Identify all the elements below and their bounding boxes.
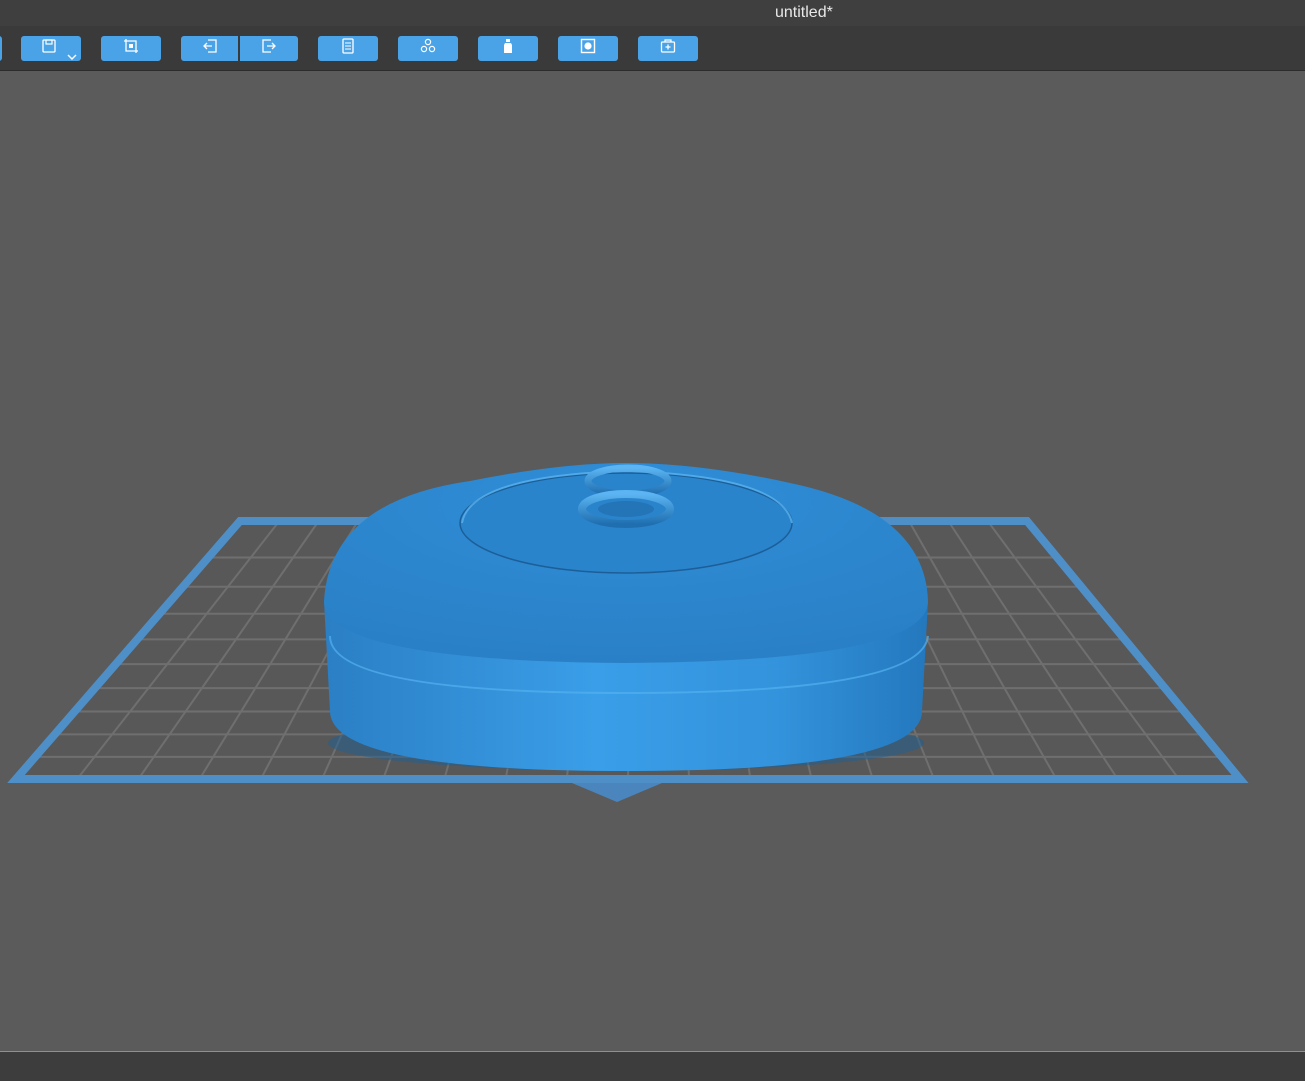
- bottle-icon: [500, 38, 516, 59]
- open-button[interactable]: [0, 36, 2, 61]
- box-plus-icon: [660, 38, 676, 59]
- floppy-icon: [41, 38, 57, 59]
- save-button[interactable]: [21, 36, 81, 61]
- slice-preview-button[interactable]: [558, 36, 618, 61]
- title-bar: untitled*: [0, 0, 1305, 26]
- scene-canvas[interactable]: [0, 71, 1305, 1051]
- arrow-out-icon: [261, 38, 277, 59]
- object-list-button[interactable]: [318, 36, 378, 61]
- window-title: untitled*: [775, 4, 833, 21]
- arrow-in-icon: [202, 38, 218, 59]
- 3d-model-lid[interactable]: [324, 463, 929, 771]
- main-toolbar: [0, 26, 1305, 71]
- frame-icon: [123, 38, 139, 59]
- export-button[interactable]: [240, 36, 298, 61]
- list-icon: [340, 38, 356, 59]
- fit-view-button[interactable]: [101, 36, 161, 61]
- chevron-down-icon[interactable]: [67, 48, 77, 66]
- status-bar: [0, 1051, 1305, 1081]
- import-button[interactable]: [181, 36, 238, 61]
- add-object-button[interactable]: [638, 36, 698, 61]
- 3d-viewport[interactable]: [0, 71, 1305, 1051]
- front-marker: [572, 783, 662, 802]
- support-button[interactable]: [478, 36, 538, 61]
- arrange-button[interactable]: [398, 36, 458, 61]
- molecules-icon: [420, 38, 436, 59]
- square-dot-icon: [580, 38, 596, 59]
